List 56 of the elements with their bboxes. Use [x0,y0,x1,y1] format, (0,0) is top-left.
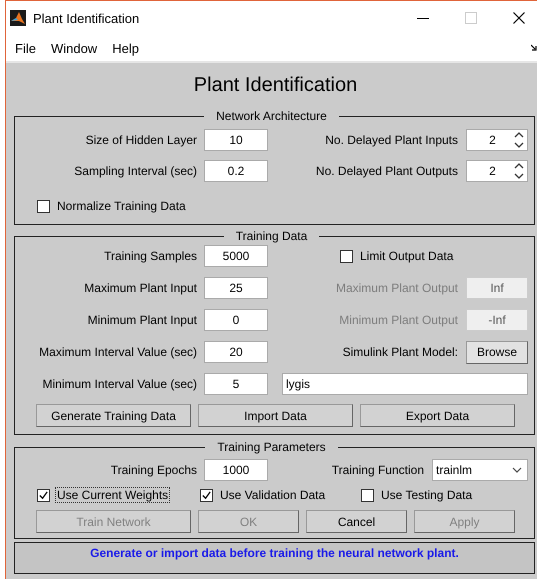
checkbox[interactable] [361,488,374,502]
spinner-field[interactable]: 2 [466,160,528,182]
field-label: Minimum Plant Output [338,313,458,327]
action-button[interactable]: Export Data [360,404,515,427]
checkbox[interactable] [37,488,50,502]
spinner-field[interactable]: 2 [466,129,528,151]
panel-title: Network Architecture [215,109,328,123]
checkbox[interactable] [200,488,213,502]
up-down-arrows-icon[interactable] [514,162,524,180]
window-title: Plant Identification [33,10,140,26]
checkbox-label[interactable]: Use Validation Data [218,487,328,503]
input-field[interactable]: 0.2 [204,160,268,182]
up-down-arrows-icon[interactable] [514,131,524,149]
chevron-down-icon[interactable] [512,467,522,473]
checkbox-label[interactable]: Use Testing Data [379,487,474,503]
field-label: Training Function [330,463,424,477]
close-icon[interactable] [513,12,525,24]
input-field[interactable]: 10 [204,129,268,151]
field-label: Maximum Interval Value (sec) [38,345,197,359]
status-message: Generate or import data before training the neural network plant. [14,542,535,574]
field-label: Minimum Plant Input [86,313,197,327]
field-label: Simulink Plant Model: [342,345,458,359]
peak-logo-icon [10,10,26,26]
input-field[interactable]: 20 [204,341,268,363]
checkbox-label[interactable]: Use Current Weights [55,487,170,503]
field-label: No. Delayed Plant Outputs [314,164,458,178]
field-label: Size of Hidden Layer [84,133,197,147]
field-label: Maximum Plant Input [83,281,197,295]
input-field[interactable]: 5 [204,373,268,395]
field-label: Minimum Interval Value (sec) [42,377,197,391]
field-label: Training Epochs [110,463,197,477]
dialog-heading: Plant Identification [194,74,358,97]
dock-arrow-icon[interactable] [531,44,537,52]
input-field[interactable]: 0 [204,309,268,331]
input-field[interactable]: lygis [282,373,528,395]
panel-title: Training Parameters [216,440,327,454]
checkbox-label[interactable]: Normalize Training Data [55,198,188,214]
checkbox-label[interactable]: Limit Output Data [358,248,456,264]
field-label: Maximum Plant Output [334,281,458,295]
field-label: Training Samples [103,249,197,263]
input-field[interactable]: 5000 [204,245,268,267]
panel-title: Training Data [234,229,308,243]
field-label: No. Delayed Plant Inputs [324,133,458,147]
checkbox[interactable] [340,250,353,262]
browse-button[interactable]: Browse [466,340,528,364]
action-button[interactable]: Generate Training Data [36,404,191,427]
field-label: Sampling Interval (sec) [73,164,197,178]
checkbox[interactable] [37,200,50,212]
action-button[interactable]: Import Data [198,404,353,427]
action-button[interactable]: Cancel [306,510,407,533]
input-field[interactable]: 1000 [204,459,268,481]
menu-item[interactable]: Window [50,40,98,56]
dropdown[interactable]: trainlm [432,459,528,481]
menu-item[interactable]: Help [112,40,139,56]
input-field[interactable]: 25 [204,277,268,299]
menu-item[interactable]: File [15,40,36,56]
